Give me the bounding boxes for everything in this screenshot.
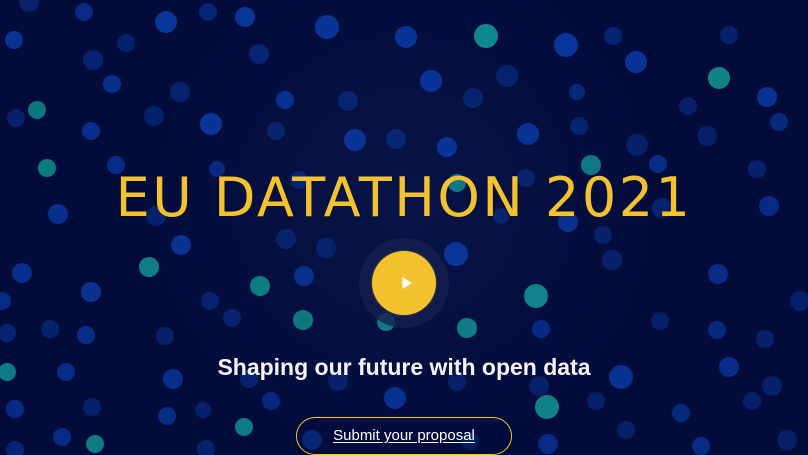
- hero-subtitle: Shaping our future with open data: [217, 354, 591, 380]
- hero-section: EU DATATHON 2021 Shaping our future with…: [0, 0, 808, 455]
- play-button[interactable]: [359, 238, 449, 328]
- play-button-face[interactable]: [372, 251, 436, 315]
- play-icon[interactable]: [395, 272, 417, 294]
- submit-proposal-button[interactable]: Submit your proposal: [296, 417, 512, 455]
- hero-title: EU DATATHON 2021: [115, 166, 693, 229]
